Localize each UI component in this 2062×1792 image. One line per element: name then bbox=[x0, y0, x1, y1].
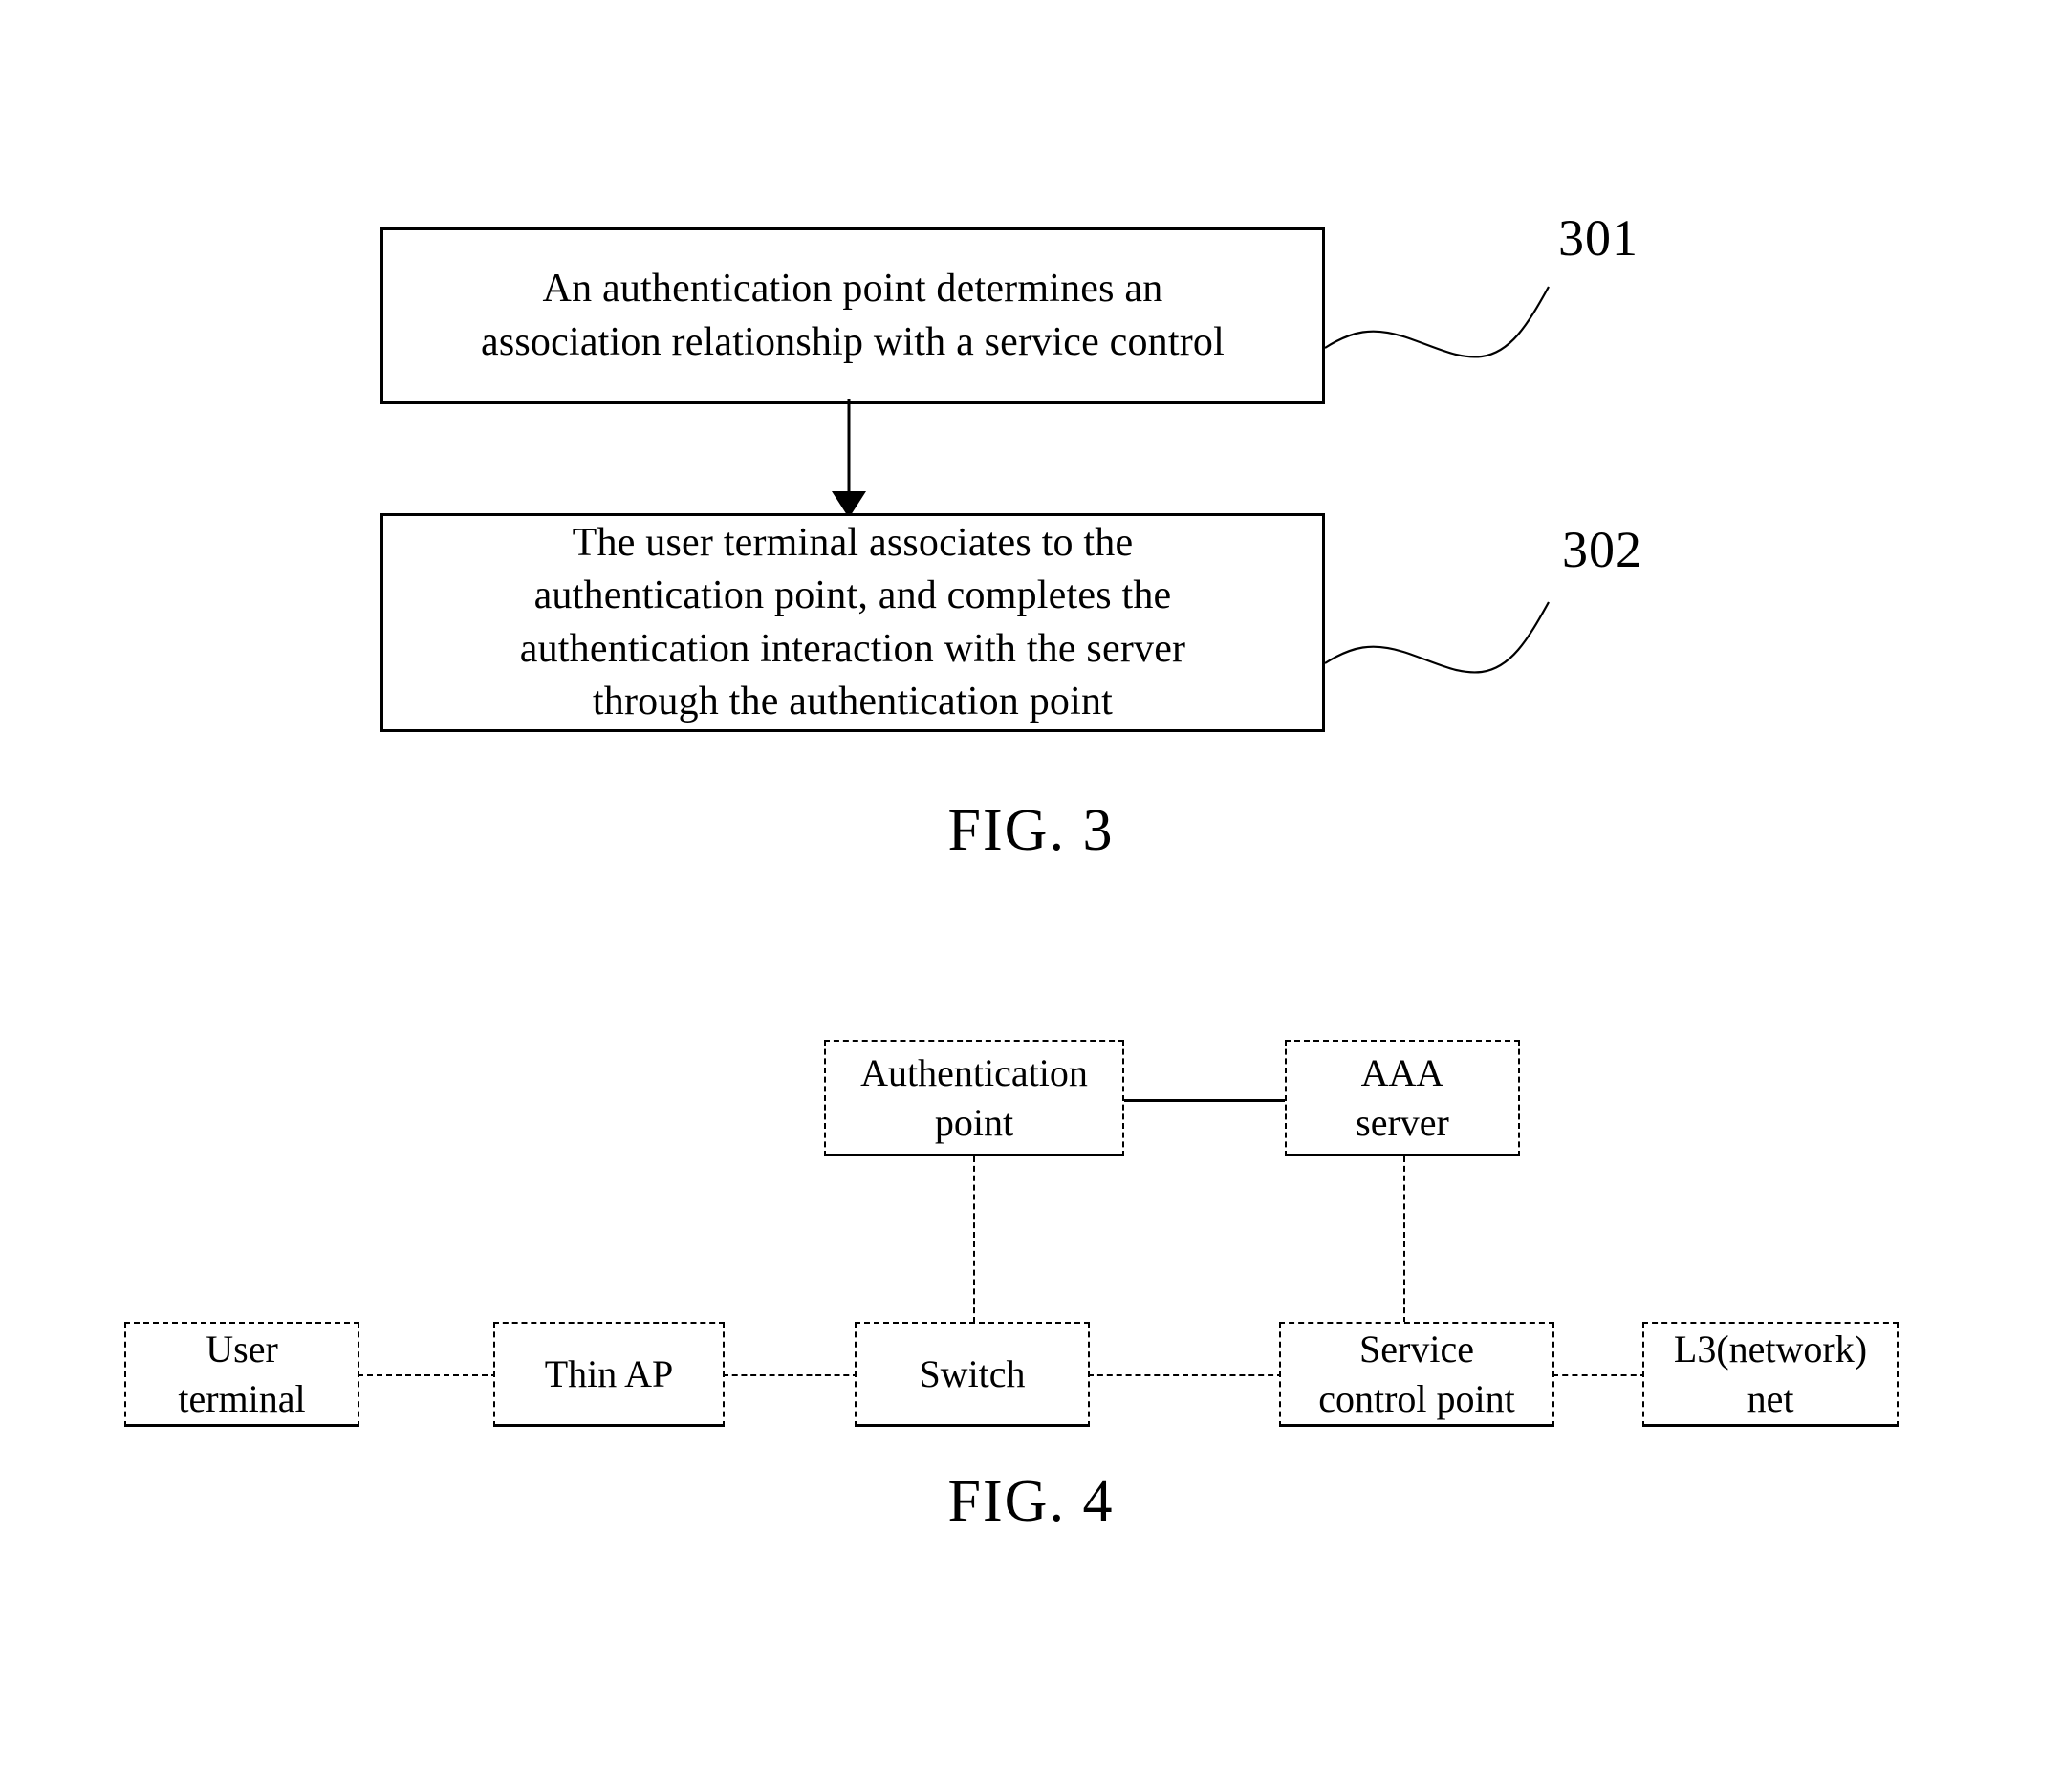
connector-auth-to-switch bbox=[973, 1156, 975, 1323]
reference-numeral-302: 302 bbox=[1562, 521, 1642, 578]
leader-line-302 bbox=[1324, 601, 1550, 674]
node-service-control-point-label: Service control point bbox=[1318, 1327, 1515, 1420]
connector-aaa-to-service-control-point bbox=[1403, 1156, 1405, 1323]
node-l3-network-net-label: L3(network) net bbox=[1673, 1327, 1868, 1420]
node-switch: Switch bbox=[855, 1322, 1090, 1427]
node-aaa-server-label: AAA server bbox=[1356, 1050, 1449, 1144]
flow-arrow-301-to-302 bbox=[832, 399, 866, 518]
node-aaa-server: AAA server bbox=[1285, 1040, 1520, 1156]
node-switch-label: Switch bbox=[919, 1351, 1026, 1395]
connector-thin-ap-to-switch bbox=[723, 1374, 858, 1376]
node-user-terminal: User terminal bbox=[124, 1322, 359, 1427]
connector-service-control-point-to-l3-net bbox=[1552, 1374, 1646, 1376]
figure-3-caption: FIG. 3 bbox=[947, 798, 1115, 863]
flowchart-step-302: The user terminal associates to the auth… bbox=[380, 513, 1325, 732]
figure-4-caption: FIG. 4 bbox=[947, 1469, 1115, 1534]
reference-numeral-301: 301 bbox=[1558, 209, 1639, 267]
connector-switch-to-service-control-point bbox=[1088, 1374, 1283, 1376]
patent-figure-sheet: An authentication point determines an as… bbox=[0, 0, 2062, 1792]
leader-line-301 bbox=[1324, 286, 1550, 358]
connector-user-terminal-to-thin-ap bbox=[358, 1374, 497, 1376]
flowchart-step-301: An authentication point determines an as… bbox=[380, 227, 1325, 404]
node-thin-ap: Thin AP bbox=[493, 1322, 725, 1427]
node-user-terminal-label: User terminal bbox=[178, 1327, 306, 1420]
connector-auth-to-aaa bbox=[1124, 1099, 1285, 1102]
node-thin-ap-label: Thin AP bbox=[544, 1351, 674, 1395]
node-service-control-point: Service control point bbox=[1279, 1322, 1554, 1427]
node-authentication-point: Authentication point bbox=[824, 1040, 1124, 1156]
node-l3-network-net: L3(network) net bbox=[1642, 1322, 1899, 1427]
flowchart-step-301-text: An authentication point determines an as… bbox=[480, 267, 1225, 364]
node-authentication-point-label: Authentication point bbox=[860, 1050, 1088, 1144]
flowchart-step-302-text: The user terminal associates to the auth… bbox=[519, 520, 1186, 723]
